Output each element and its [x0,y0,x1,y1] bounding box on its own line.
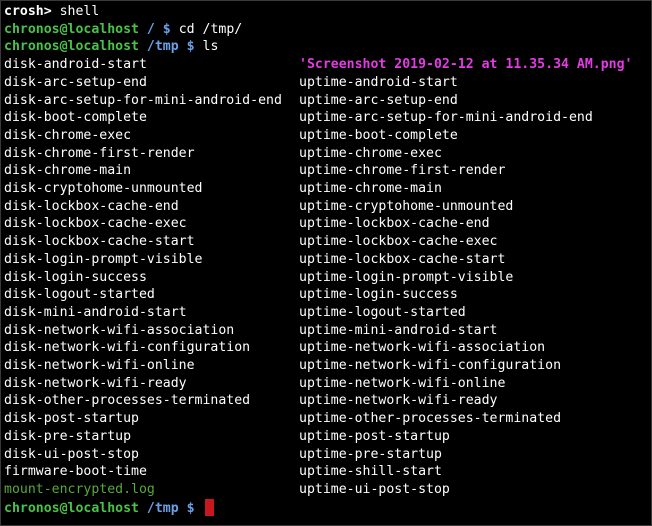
command-line: chronos@localhost / $ cd /tmp/ [4,21,242,39]
command-line: chronos@localhost /tmp $ ls [4,38,218,56]
file-entry: disk-network-wifi-association [4,322,235,338]
prompt-user-host: chronos@localhost [4,21,139,37]
file-entry: disk-post-startup [4,411,139,427]
file-entry: disk-login-success [4,269,147,285]
prompt-path: /tmp $ [138,39,203,55]
file-entry: uptime-shill-start [299,464,442,480]
file-entry: uptime-network-wifi-online [299,375,506,391]
file-entry: disk-logout-started [4,287,155,303]
file-entry: uptime-network-wifi-configuration [299,358,562,373]
file-entry: uptime-chrome-exec [299,145,442,161]
file-entry: uptime-chrome-first-render [299,163,506,179]
final-prompt-line: chronos@localhost /tmp $ [4,498,214,517]
file-entry: disk-lockbox-cache-start [4,234,195,250]
crosh-prompt-line: crosh> shell [4,3,99,21]
prompt-user-host: chronos@localhost [4,39,139,55]
prompt-path: / $ [138,21,179,37]
file-entry: disk-android-start [4,57,147,73]
prompt-path: /tmp $ [138,500,203,516]
file-entry: disk-login-prompt-visible [4,251,203,267]
file-entry: disk-chrome-main [4,163,132,179]
file-entry: disk-ui-post-stop [4,446,139,462]
file-entry: uptime-mini-android-start [299,322,498,338]
file-entry: uptime-android-start [299,74,458,90]
file-entry: disk-arc-setup-for-mini-android-end [4,92,282,108]
file-entry: uptime-lockbox-cache-start [299,251,506,267]
crosh-command: shell [51,4,100,19]
command-text: ls [202,39,219,55]
file-entry: 'Screenshot 2019-02-12 at 11.35.34 AM.pn… [299,57,633,73]
file-entry: uptime-arc-setup-end [299,92,458,108]
file-entry: disk-other-processes-terminated [4,393,251,409]
file-entry: uptime-ui-post-stop [299,481,450,497]
file-entry: uptime-other-processes-terminated [299,411,562,427]
file-entry: disk-network-wifi-configuration [4,340,251,356]
file-entry: uptime-logout-started [299,304,466,320]
file-entry: uptime-login-prompt-visible [299,269,514,285]
crosh-prompt: crosh> [4,4,52,19]
file-entry: mount-encrypted.log [4,481,155,497]
file-entry: disk-arc-setup-end [4,74,147,90]
file-entry: disk-lockbox-cache-exec [4,216,187,232]
file-entry: uptime-lockbox-cache-end [299,216,490,232]
file-entry: disk-lockbox-cache-end [4,198,179,214]
file-entry: disk-pre-startup [4,428,132,444]
prompt-user-host: chronos@localhost [4,500,139,516]
file-entry: disk-mini-android-start [4,304,187,320]
file-entry: uptime-login-success [299,287,458,303]
file-entry: firmware-boot-time [4,464,147,480]
file-entry: uptime-cryptohome-unmounted [299,198,514,214]
file-entry: uptime-arc-setup-for-mini-android-end [299,110,593,126]
file-entry: uptime-lockbox-cache-exec [299,234,498,250]
file-entry: uptime-post-startup [299,428,450,444]
file-entry: disk-chrome-exec [4,127,132,143]
file-entry: uptime-boot-complete [299,127,458,143]
file-entry: uptime-network-wifi-association [299,340,546,356]
file-entry: uptime-chrome-main [299,181,442,196]
file-entry: disk-boot-complete [4,110,147,126]
cursor-block [204,498,214,516]
file-entry: disk-network-wifi-online [4,358,195,373]
file-entry: uptime-pre-startup [299,446,442,462]
file-entry: disk-network-wifi-ready [4,375,187,391]
command-text: cd /tmp/ [178,21,243,37]
terminal-window[interactable]: crosh> shell chronos@localhost / $ cd /tm… [0,0,652,526]
file-entry: uptime-network-wifi-ready [299,393,498,409]
file-entry: disk-cryptohome-unmounted [4,181,203,196]
file-entry: disk-chrome-first-render [4,145,195,161]
